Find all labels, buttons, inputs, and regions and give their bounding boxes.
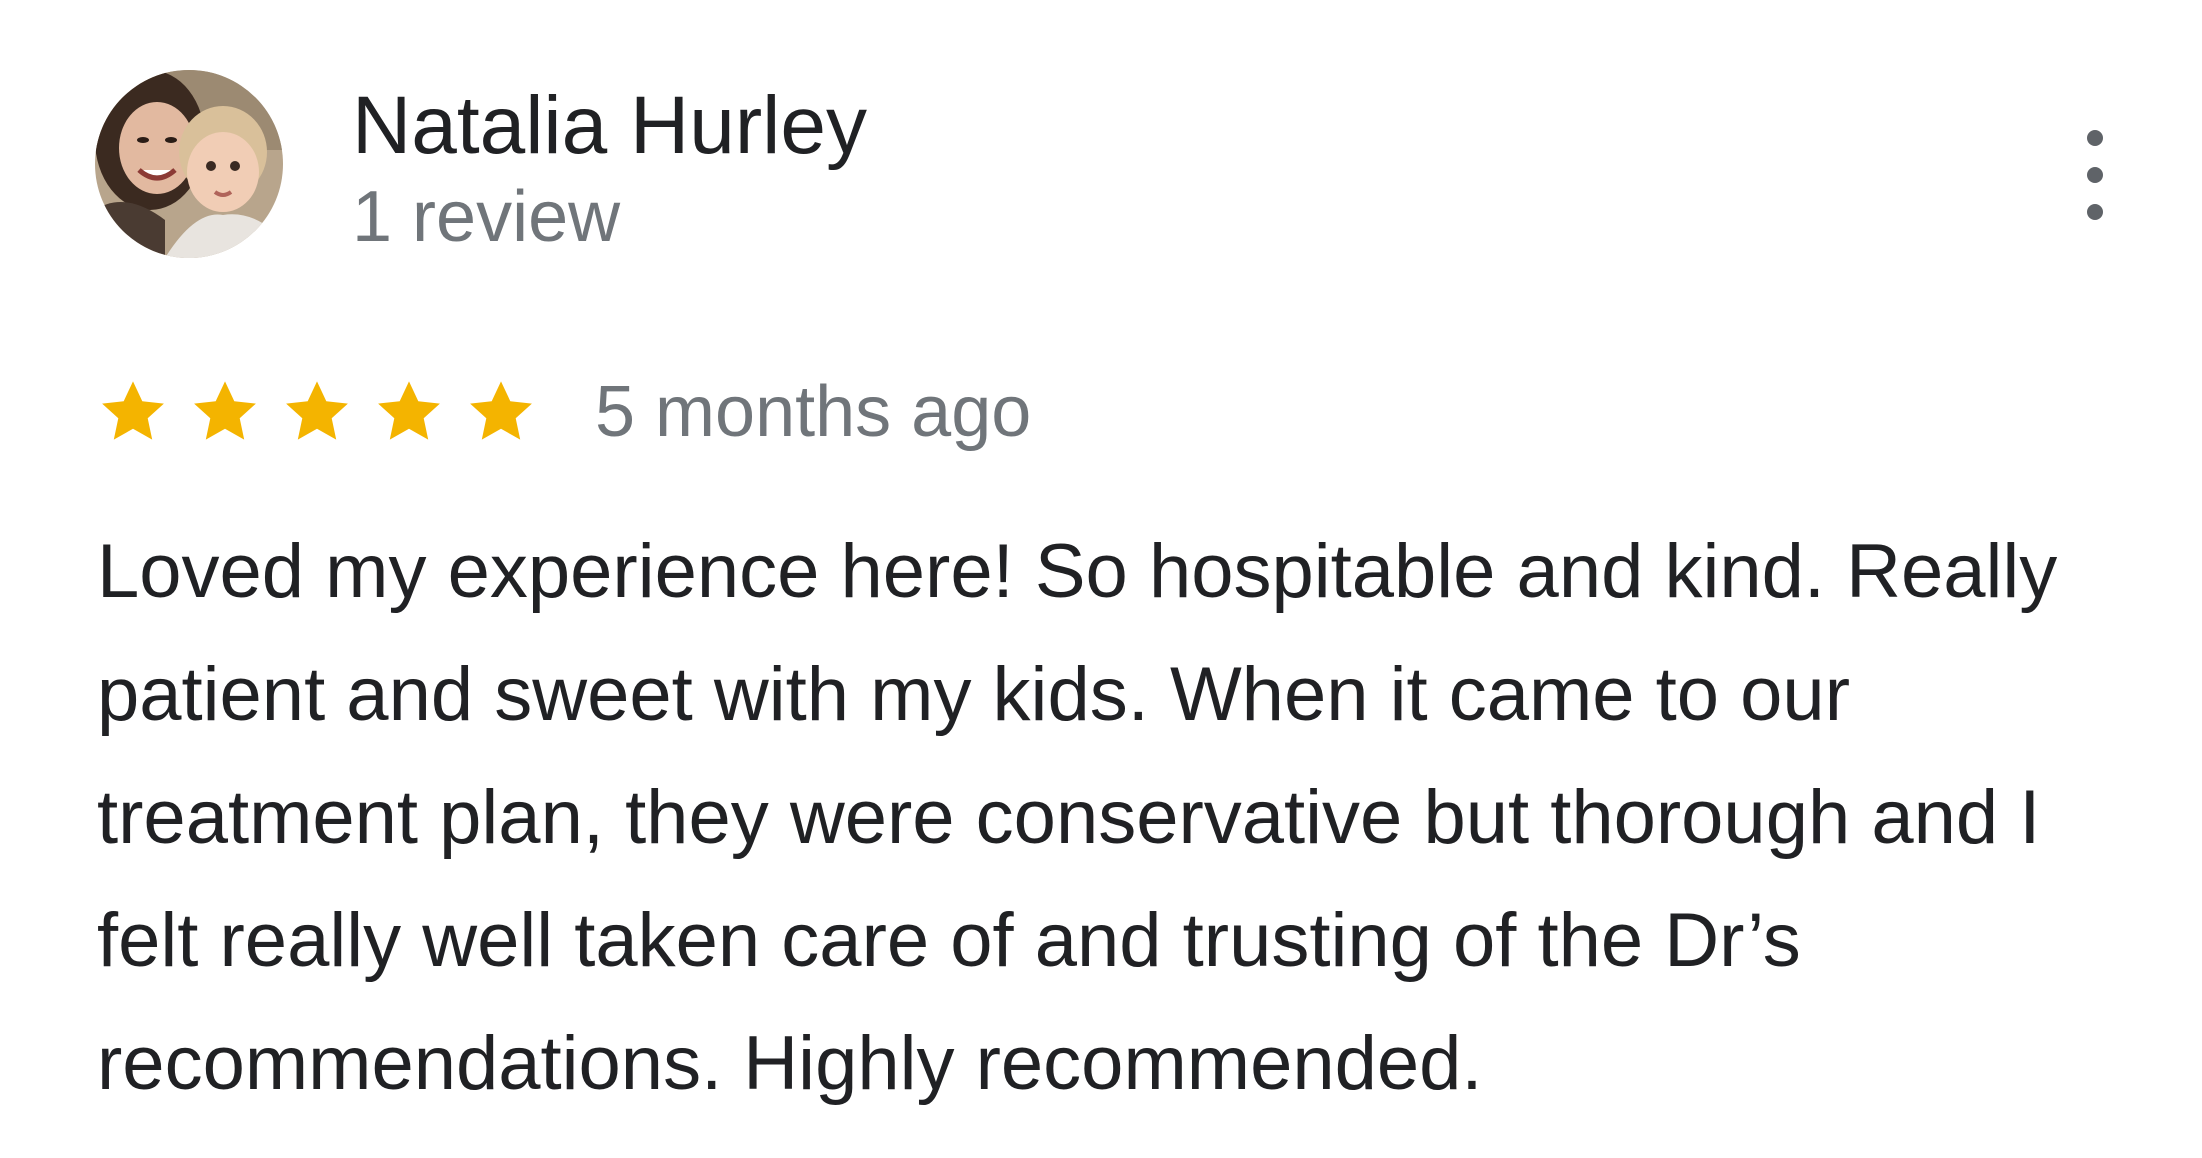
reviewer-review-count[interactable]: 1 review <box>352 172 620 262</box>
star-icon <box>102 381 164 440</box>
more-vert-icon-dot <box>2087 167 2103 183</box>
more-vert-icon <box>2087 130 2103 146</box>
star-icon <box>470 381 532 440</box>
review-time: 5 months ago <box>595 372 1032 452</box>
reviewer-name[interactable]: Natalia Hurley <box>352 76 867 176</box>
avatar-photo <box>95 70 283 258</box>
avatar[interactable] <box>95 70 283 258</box>
review-text: Loved my experience here! So hospitable … <box>97 529 2058 1106</box>
star-icon <box>194 381 256 440</box>
star-rating <box>97 376 537 448</box>
star-icon <box>286 381 348 440</box>
review-card: Natalia Hurley 1 review 5 months ago Lov… <box>0 0 2202 1158</box>
rating-row: 5 months ago <box>97 362 1031 462</box>
more-vert-icon-dot <box>2087 204 2103 220</box>
star-icon <box>378 381 440 440</box>
more-options-button[interactable] <box>2060 130 2130 220</box>
